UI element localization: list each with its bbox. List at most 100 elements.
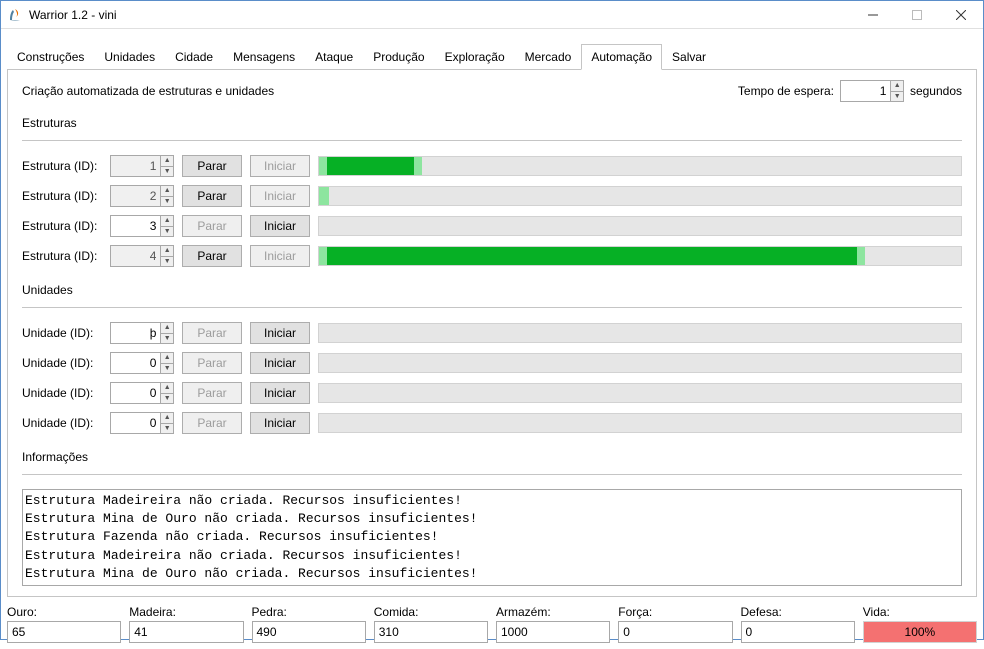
spinner-down-icon[interactable]: ▼ [161, 333, 173, 344]
spinner-up-icon[interactable]: ▲ [161, 383, 173, 393]
titlebar: Warrior 1.2 - vini [1, 1, 983, 29]
stat-comida: Comida: 310 [374, 605, 488, 643]
divider [22, 474, 962, 475]
id-input [111, 246, 160, 266]
spinner-down-icon[interactable]: ▼ [161, 423, 173, 434]
automation-row: Estrutura (ID): ▲▼ Parar Iniciar [22, 215, 962, 237]
app-icon [7, 7, 23, 23]
automation-description: Criação automatizada de estruturas e uni… [22, 84, 738, 98]
spinner-down-icon[interactable]: ▼ [891, 91, 903, 102]
id-input[interactable] [111, 383, 160, 403]
stat-label: Comida: [374, 605, 488, 619]
stop-button: Parar [182, 382, 242, 404]
spinner-down-icon: ▼ [161, 166, 173, 177]
stop-button[interactable]: Parar [182, 185, 242, 207]
start-button: Iniciar [250, 185, 310, 207]
automation-panel: Criação automatizada de estruturas e uni… [7, 70, 977, 597]
stop-button: Parar [182, 322, 242, 344]
stat-label: Armazém: [496, 605, 610, 619]
stop-button: Parar [182, 215, 242, 237]
close-button[interactable] [939, 1, 983, 29]
row-label: Estrutura (ID): [22, 219, 102, 233]
row-label: Estrutura (ID): [22, 159, 102, 173]
tab-unidades[interactable]: Unidades [94, 44, 165, 70]
stat-ouro: Ouro: 65 [7, 605, 121, 643]
stat-forca: Força: 0 [618, 605, 732, 643]
start-button: Iniciar [250, 245, 310, 267]
wait-unit: segundos [910, 84, 962, 98]
tab-salvar[interactable]: Salvar [662, 44, 716, 70]
tab-exploracao[interactable]: Exploração [435, 44, 515, 70]
stat-label: Ouro: [7, 605, 121, 619]
stat-label: Pedra: [252, 605, 366, 619]
tab-ataque[interactable]: Ataque [305, 44, 363, 70]
spinner-down-icon[interactable]: ▼ [161, 363, 173, 374]
automation-row: Estrutura (ID):▲▼PararIniciar [22, 185, 962, 207]
tab-mensagens[interactable]: Mensagens [223, 44, 305, 70]
spinner-up-icon[interactable]: ▲ [891, 81, 903, 91]
id-input[interactable] [111, 353, 160, 373]
progress-bar [318, 156, 962, 176]
progress-bar [318, 323, 962, 343]
automation-row: Unidade (ID):▲▼PararIniciar [22, 382, 962, 404]
id-input [111, 186, 160, 206]
row-label: Unidade (ID): [22, 416, 102, 430]
automation-row: Estrutura (ID): ▲▼ Parar Iniciar [22, 155, 962, 177]
spinner-up-icon[interactable]: ▲ [161, 216, 173, 226]
spinner-up-icon: ▲ [161, 156, 173, 166]
id-input[interactable] [111, 413, 160, 433]
id-input[interactable] [111, 216, 160, 236]
progress-bar [318, 186, 962, 206]
window-title: Warrior 1.2 - vini [29, 8, 117, 22]
stop-button[interactable]: Parar [182, 155, 242, 177]
start-button[interactable]: Iniciar [250, 322, 310, 344]
spinner-down-icon[interactable]: ▼ [161, 393, 173, 404]
start-button[interactable]: Iniciar [250, 215, 310, 237]
tab-producao[interactable]: Produção [363, 44, 434, 70]
stop-button: Parar [182, 412, 242, 434]
tab-construcoes[interactable]: Construções [7, 44, 94, 70]
spinner-down-icon[interactable]: ▼ [161, 226, 173, 237]
stat-label: Defesa: [741, 605, 855, 619]
divider [22, 140, 962, 141]
life-text: 100% [864, 622, 976, 642]
maximize-button[interactable] [895, 1, 939, 29]
id-spinner[interactable]: ▲▼ [110, 382, 174, 404]
minimize-button[interactable] [851, 1, 895, 29]
stat-madeira: Madeira: 41 [129, 605, 243, 643]
wait-value[interactable] [841, 81, 890, 101]
progress-bar [318, 246, 962, 266]
tab-mercado[interactable]: Mercado [515, 44, 582, 70]
start-button[interactable]: Iniciar [250, 382, 310, 404]
tab-cidade[interactable]: Cidade [165, 44, 223, 70]
spinner-up-icon[interactable]: ▲ [161, 353, 173, 363]
structures-title: Estruturas [22, 116, 962, 130]
id-spinner[interactable]: ▲▼ [110, 352, 174, 374]
start-button: Iniciar [250, 155, 310, 177]
wait-label: Tempo de espera: [738, 84, 834, 98]
id-spinner[interactable]: ▲▼ [110, 322, 174, 344]
units-title: Unidades [22, 283, 962, 297]
row-label: Estrutura (ID): [22, 189, 102, 203]
spinner-up-icon[interactable]: ▲ [161, 413, 173, 423]
automation-row: Estrutura (ID):▲▼PararIniciar [22, 245, 962, 267]
row-label: Unidade (ID): [22, 356, 102, 370]
wait-spinner[interactable]: ▲ ▼ [840, 80, 904, 102]
progress-bar [318, 413, 962, 433]
id-spinner[interactable]: ▲▼ [110, 215, 174, 237]
info-log[interactable]: Estrutura Madeireira não criada. Recurso… [22, 489, 962, 586]
start-button[interactable]: Iniciar [250, 352, 310, 374]
spinner-up-icon[interactable]: ▲ [161, 323, 173, 333]
progress-bar [318, 353, 962, 373]
tab-automacao[interactable]: Automação [581, 44, 662, 70]
id-spinner[interactable]: ▲▼ [110, 412, 174, 434]
row-label: Estrutura (ID): [22, 249, 102, 263]
id-input[interactable] [111, 323, 160, 343]
stat-label: Vida: [863, 605, 977, 619]
spinner-up-icon: ▲ [161, 246, 173, 256]
automation-row: Unidade (ID):▲▼PararIniciar [22, 352, 962, 374]
stat-label: Madeira: [129, 605, 243, 619]
row-label: Unidade (ID): [22, 326, 102, 340]
start-button[interactable]: Iniciar [250, 412, 310, 434]
stop-button[interactable]: Parar [182, 245, 242, 267]
